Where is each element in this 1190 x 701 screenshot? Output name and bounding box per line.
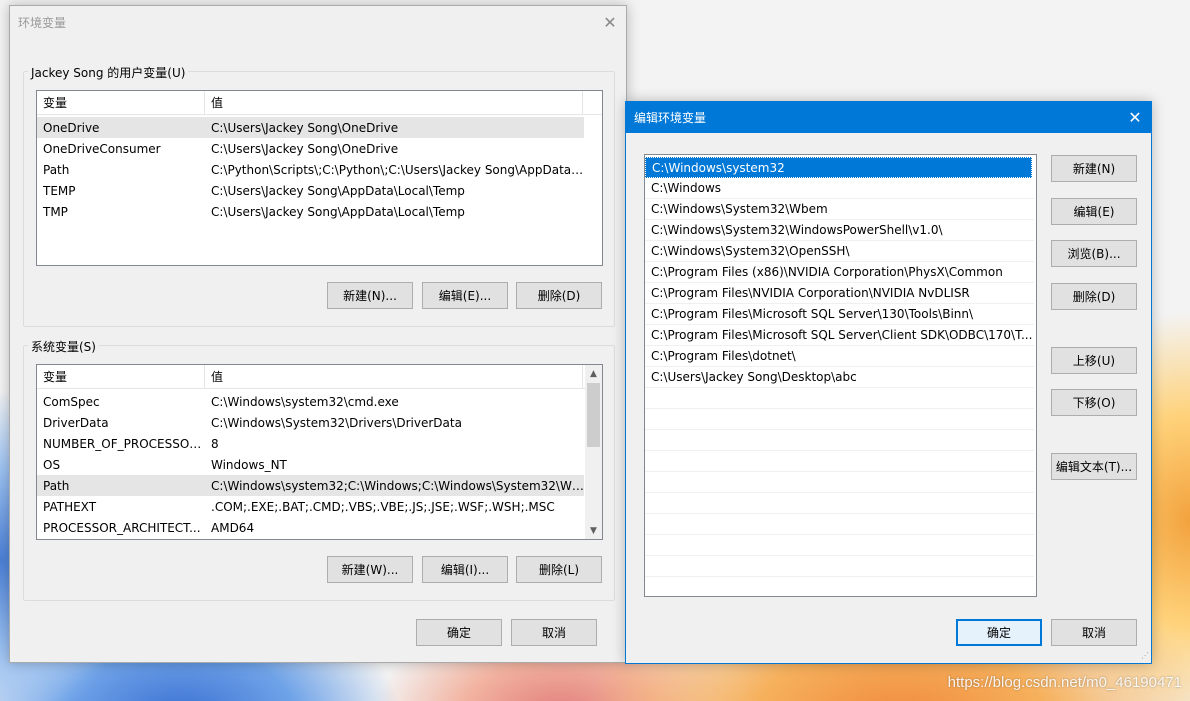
column-header-value[interactable]: 值 [205,365,583,389]
empty-path-slot[interactable] [645,472,1034,493]
scroll-thumb[interactable] [587,383,600,447]
close-icon[interactable]: ✕ [594,6,626,38]
table-row[interactable]: Path C:\Windows\system32;C:\Windows;C:\Wi… [37,475,584,496]
env-variables-dialog: 环境变量 ✕ Jackey Song 的用户变量(U) 变量 值 OneDriv… [9,5,627,663]
path-entry[interactable]: C:\Program Files\Microsoft SQL Server\13… [645,304,1034,325]
path-entry[interactable]: C:\Program Files (x86)\NVIDIA Corporatio… [645,262,1034,283]
user-edit-button[interactable]: 编辑(E)... [422,282,508,309]
user-delete-button[interactable]: 删除(D) [516,282,602,309]
variable-value-cell: C:\Windows\System32\Drivers\DriverData [211,415,462,430]
variable-value-cell: 8 [211,436,219,451]
table-row[interactable]: OS Windows_NT [37,454,584,475]
path-entry[interactable]: C:\Windows\System32\WindowsPowerShell\v1… [645,220,1034,241]
variable-value-cell: C:\Users\Jackey Song\OneDrive [211,120,399,135]
path-entry[interactable]: C:\Program Files\dotnet\ [645,346,1034,367]
edit-text-button[interactable]: 编辑文本(T)... [1051,453,1137,480]
empty-path-slot[interactable] [645,514,1034,535]
resize-grip-icon[interactable]: ⋰ [1139,651,1149,661]
env-cancel-button[interactable]: 取消 [511,619,597,646]
system-edit-button[interactable]: 编辑(I)... [422,556,508,583]
variable-name-cell: Path [43,478,70,493]
table-row[interactable]: NUMBER_OF_PROCESSORS 8 [37,433,584,454]
path-entry[interactable]: C:\Program Files\Microsoft SQL Server\Cl… [645,325,1034,346]
edit-dialog-titlebar[interactable]: 编辑环境变量 [626,102,1151,133]
column-header-value[interactable]: 值 [205,91,583,115]
path-new-button[interactable]: 新建(N) [1051,155,1137,182]
variable-value-cell: AMD64 [211,520,255,535]
path-move-up-button[interactable]: 上移(U) [1051,347,1137,374]
table-row[interactable]: ComSpec C:\Windows\system32\cmd.exe [37,391,584,412]
edit-cancel-button[interactable]: 取消 [1051,619,1137,646]
empty-path-slot[interactable] [645,535,1034,556]
empty-path-slot[interactable] [645,388,1034,409]
user-list-header: 变量 值 [37,91,602,115]
table-row[interactable]: TEMP C:\Users\Jackey Song\AppData\Local\T… [37,180,584,201]
path-move-down-button[interactable]: 下移(O) [1051,389,1137,416]
table-row[interactable]: OneDrive C:\Users\Jackey Song\OneDrive [37,117,584,138]
user-variables-list[interactable]: 变量 值 OneDrive C:\Users\Jackey Song\OneDri… [36,90,603,266]
variable-name-cell: OneDriveConsumer [43,141,161,156]
env-dialog-title: 环境变量 [18,15,67,30]
table-row[interactable]: OneDriveConsumer C:\Users\Jackey Song\One… [37,138,584,159]
empty-path-slot[interactable] [645,577,1034,596]
variable-value-cell: Windows_NT [211,457,287,472]
variable-name-cell: OneDrive [43,120,100,135]
empty-path-slot[interactable] [645,493,1034,514]
user-new-button[interactable]: 新建(N)... [327,282,413,309]
scroll-down-arrow-icon[interactable]: ▼ [585,522,602,539]
column-header-variable[interactable]: 变量 [37,365,205,389]
table-row[interactable]: PATHEXT .COM;.EXE;.BAT;.CMD;.VBS;.VBE;.JS… [37,496,584,517]
user-variables-label: Jackey Song 的用户变量(U) [28,64,189,81]
variable-name-cell: PATHEXT [43,499,97,514]
table-row[interactable]: DriverData C:\Windows\System32\Drivers\Dr… [37,412,584,433]
system-list-scrollbar[interactable]: ▲ ▼ [585,365,602,539]
scroll-up-arrow-icon[interactable]: ▲ [585,365,602,382]
variable-name-cell: ComSpec [43,394,100,409]
path-entry[interactable]: C:\Program Files\NVIDIA Corporation\NVID… [645,283,1034,304]
variable-name-cell: TEMP [43,183,76,198]
path-entry[interactable]: C:\Windows\System32\Wbem [645,199,1034,220]
variable-value-cell: C:\Users\Jackey Song\OneDrive [211,141,399,156]
table-row[interactable]: PROCESSOR_ARCHITECT... AMD64 [37,517,584,538]
path-entry[interactable]: C:\Windows\System32\OpenSSH\ [645,241,1034,262]
variable-name-cell: Path [43,162,70,177]
path-delete-button[interactable]: 删除(D) [1051,283,1137,310]
variable-name-cell: NUMBER_OF_PROCESSORS [43,436,205,451]
system-variables-label: 系统变量(S) [28,338,99,355]
path-edit-button[interactable]: 编辑(E) [1051,198,1137,225]
system-variables-list[interactable]: 变量 值 ComSpec C:\Windows\system32\cmd.exe D… [36,364,603,540]
variable-value-cell: C:\Python\Scripts\;C:\Python\;C:\Users\J… [211,162,584,177]
variable-name-cell: PROCESSOR_ARCHITECT... [43,520,201,535]
env-ok-button[interactable]: 确定 [416,619,502,646]
empty-path-slot[interactable] [645,556,1034,577]
variable-value-cell: C:\Users\Jackey Song\AppData\Local\Temp [211,183,465,198]
empty-path-slot[interactable] [645,430,1034,451]
path-browse-button[interactable]: 浏览(B)... [1051,240,1137,267]
table-row[interactable]: Path C:\Python\Scripts\;C:\Python\;C:\Use… [37,159,584,180]
path-entry[interactable]: C:\Windows\system32 [645,157,1032,178]
variable-value-cell: .COM;.EXE;.BAT;.CMD;.VBS;.VBE;.JS;.JSE;.… [211,499,555,514]
edit-env-variable-dialog: 编辑环境变量 ✕ C:\Windows\system32 C:\Windows C:… [625,101,1152,664]
empty-path-slot[interactable] [645,451,1034,472]
system-new-button[interactable]: 新建(W)... [327,556,413,583]
variable-value-cell: C:\Windows\system32;C:\Windows;C:\Window… [211,478,584,493]
column-header-variable[interactable]: 变量 [37,91,205,115]
path-entry[interactable]: C:\Users\Jackey Song\Desktop\abc [645,367,1034,388]
close-icon[interactable]: ✕ [1119,102,1151,133]
variable-value-cell: C:\Windows\system32\cmd.exe [211,394,399,409]
empty-path-slot[interactable] [645,409,1034,430]
system-delete-button[interactable]: 删除(L) [516,556,602,583]
path-entries-list[interactable]: C:\Windows\system32 C:\Windows C:\Windows\… [644,154,1037,597]
path-entry[interactable]: C:\Windows [645,178,1034,199]
watermark-text: https://blog.csdn.net/m0_46190471 [947,674,1182,691]
table-row[interactable]: TMP C:\Users\Jackey Song\AppData\Local\Te… [37,201,584,222]
env-dialog-titlebar[interactable]: 环境变量 [10,6,626,38]
edit-dialog-title: 编辑环境变量 [634,111,707,125]
system-list-header: 变量 值 [37,365,602,389]
variable-name-cell: OS [43,457,61,472]
edit-ok-button[interactable]: 确定 [956,619,1042,646]
variable-value-cell: C:\Users\Jackey Song\AppData\Local\Temp [211,204,465,219]
variable-name-cell: DriverData [43,415,109,430]
variable-name-cell: TMP [43,204,68,219]
